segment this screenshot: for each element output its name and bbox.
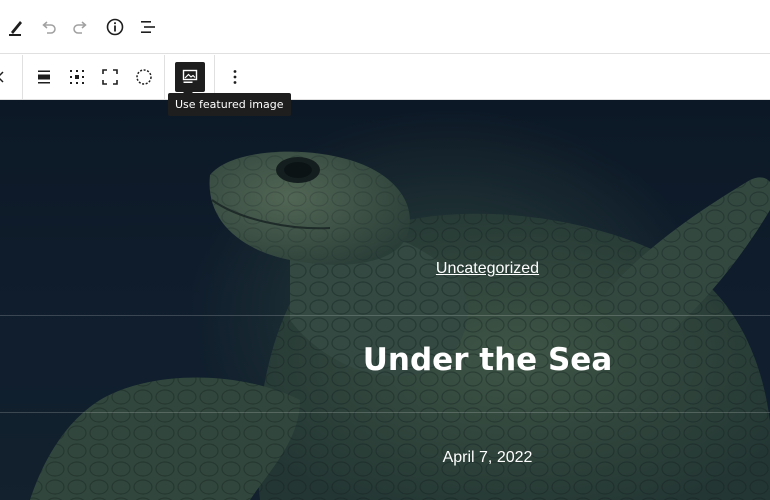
block-toolbar: [0, 55, 770, 100]
toolbar-divider: [164, 55, 165, 100]
toolbar-divider: [22, 55, 23, 100]
pencil-icon[interactable]: [0, 11, 32, 43]
post-title[interactable]: Under the Sea: [0, 342, 770, 378]
info-icon[interactable]: [99, 11, 131, 43]
undo-icon[interactable]: [32, 11, 64, 43]
guide-line: [0, 315, 770, 316]
list-view-icon[interactable]: [132, 11, 164, 43]
more-options-icon[interactable]: [220, 62, 250, 92]
post-date[interactable]: April 7, 2022: [0, 449, 770, 467]
full-height-icon[interactable]: [95, 62, 125, 92]
align-icon[interactable]: [29, 62, 59, 92]
editor-top-toolbar: [0, 0, 770, 54]
duotone-icon[interactable]: [129, 62, 159, 92]
redo-icon[interactable]: [65, 11, 97, 43]
tooltip: Use featured image: [168, 93, 291, 116]
cover-block[interactable]: Uncategorized Under the Sea April 7, 202…: [0, 100, 770, 500]
chevron-left-icon[interactable]: [0, 62, 16, 92]
sea-turtle-image: [0, 100, 770, 500]
post-category-link[interactable]: Uncategorized: [0, 260, 770, 278]
guide-line: [0, 412, 770, 413]
content-position-icon[interactable]: [62, 62, 92, 92]
